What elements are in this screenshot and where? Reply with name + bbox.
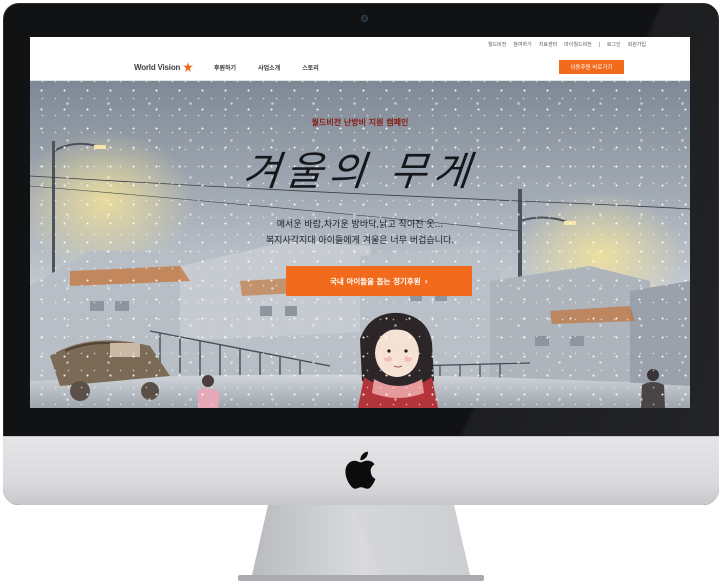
hero-description-line-1: 매서운 바람,차가운 방바닥,낡고 작아진 옷... (276, 220, 444, 230)
utility-links: 월드비전 참여하기 지료센터 마이월드비전 로그인 회원가입 (488, 41, 646, 48)
regular-donation-label: 국내 아이들을 돕는 정기후원 (330, 276, 421, 286)
login-link[interactable]: 로그인 (607, 41, 621, 48)
world-vision-star-icon (183, 62, 194, 72)
imac-stand (238, 505, 484, 581)
util-link-resource-center[interactable]: 지료센터 (539, 41, 557, 48)
util-divider (598, 42, 600, 47)
camera-icon (361, 15, 368, 22)
quick-donate-button[interactable]: 이동후원 바로가기 (559, 60, 624, 74)
nav-menu: 후원하기 사업소개 스토리 (214, 63, 319, 72)
browser-screen: 월드비전 참여하기 지료센터 마이월드비전 로그인 회원가입 World Vis… (30, 37, 690, 408)
hero-description-line-2: 복지사각지대 아이들에게 겨울은 너무 버겁습니다. (265, 236, 455, 246)
util-link-participate[interactable]: 참여하기 (513, 41, 531, 48)
nav-item-donate[interactable]: 후원하기 (214, 63, 236, 72)
campaign-label: 월드비전 난방비 지원 캠페인 (311, 118, 409, 127)
chevron-right-icon: › (424, 276, 428, 286)
apple-logo-icon (345, 451, 376, 489)
nav-item-stories[interactable]: 스토리 (302, 63, 319, 72)
signup-link[interactable]: 회원가입 (628, 41, 646, 48)
logo-text: World Vision (134, 62, 181, 72)
regular-donation-button[interactable]: 국내 아이들을 돕는 정기후원 › (286, 266, 472, 296)
utility-bar: 월드비전 참여하기 지료센터 마이월드비전 로그인 회원가입 (30, 37, 690, 53)
nav-item-programs[interactable]: 사업소개 (258, 63, 280, 72)
util-link-my-worldvision[interactable]: 마이월드비전 (564, 41, 592, 48)
world-vision-logo[interactable]: World Vision (134, 62, 194, 72)
main-nav: World Vision 후원하기 사업소개 스토리 이동후원 바로가기 (30, 53, 690, 81)
hero-banner: 월드비전 난방비 지원 캠페인 겨울의 무게 매서운 바람,차가운 방바닥,낡고… (30, 81, 690, 408)
util-link-worldvision[interactable]: 월드비전 (488, 41, 506, 48)
hero-title: 겨울의 무게 (240, 149, 479, 195)
